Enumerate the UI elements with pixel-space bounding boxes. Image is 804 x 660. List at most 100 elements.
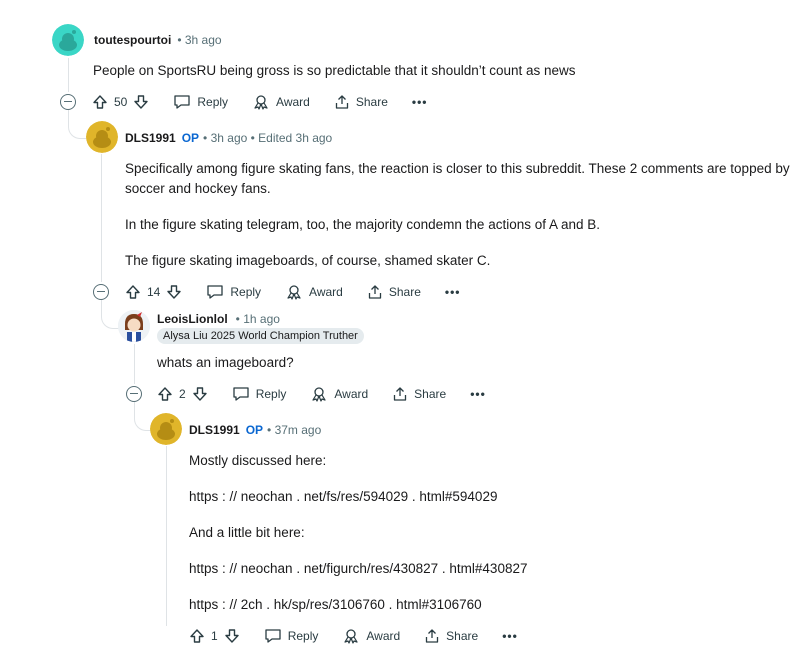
vote-score: 14 <box>147 285 161 299</box>
speech-bubble-icon <box>265 629 281 643</box>
avatar[interactable] <box>52 24 84 56</box>
share-upload-icon <box>368 285 381 299</box>
award-ribbon-icon <box>312 387 326 402</box>
share-label: Share <box>355 95 388 109</box>
award-button[interactable]: Award <box>252 94 310 110</box>
timestamp: • 3h ago • Edited 3h ago <box>203 131 333 145</box>
downvote-arrow-icon[interactable] <box>192 386 208 402</box>
timestamp: • 1h ago <box>235 312 280 326</box>
upvote-arrow-icon[interactable] <box>92 94 108 110</box>
share-label: Share <box>388 285 421 299</box>
reply-label: Reply <box>230 285 262 299</box>
vote-group: 50 <box>92 94 149 110</box>
upvote-arrow-icon[interactable] <box>157 386 173 402</box>
award-button[interactable]: Award <box>342 628 400 644</box>
comment-header: DLS1991 OP • 37m ago <box>189 423 321 437</box>
vote-group: 1 <box>189 628 240 644</box>
comment-paragraph: https : // neochan . net/figurch/res/430… <box>189 561 528 576</box>
more-options-button[interactable]: ••• <box>502 629 518 643</box>
award-ribbon-icon <box>254 95 268 110</box>
collapse-button[interactable] <box>60 94 76 110</box>
avatar[interactable] <box>118 310 150 342</box>
author-name[interactable]: DLS1991 <box>125 131 176 145</box>
reply-label: Reply <box>197 95 229 109</box>
speech-bubble-icon <box>233 387 249 401</box>
comment-header: LeoisLionlol • 1h ago <box>157 312 280 326</box>
comment-actions: 50 Reply Award Share ••• <box>92 90 427 114</box>
comment-body: Specifically among figure skating fans, … <box>125 159 797 271</box>
author-name[interactable]: toutespourtoi <box>94 33 171 47</box>
comment-paragraph: The figure skating imageboards, of cours… <box>125 253 491 268</box>
snoo-avatar-icon <box>150 413 182 445</box>
share-button[interactable]: Share <box>334 94 388 110</box>
award-ribbon-icon <box>287 285 301 300</box>
downvote-arrow-icon[interactable] <box>133 94 149 110</box>
reply-button[interactable]: Reply <box>206 284 261 300</box>
comment-paragraph: whats an imageboard? <box>157 355 294 370</box>
collapse-button[interactable] <box>126 386 142 402</box>
vote-group: 2 <box>157 386 208 402</box>
award-label: Award <box>309 285 343 299</box>
comment-actions: 14 Reply Award Share ••• <box>125 280 460 304</box>
comment-paragraph: https : // 2ch . hk/sp/res/3106760 . htm… <box>189 597 482 612</box>
more-options-button[interactable]: ••• <box>470 387 486 401</box>
share-upload-icon <box>335 95 348 109</box>
avatar[interactable] <box>150 413 182 445</box>
reply-button[interactable]: Reply <box>232 386 287 402</box>
op-badge: OP <box>245 423 264 437</box>
award-button[interactable]: Award <box>285 284 343 300</box>
speech-bubble-icon <box>174 95 191 109</box>
op-badge: OP <box>181 131 200 145</box>
reply-label: Reply <box>255 387 287 401</box>
award-label: Award <box>366 629 401 643</box>
award-label: Award <box>334 387 369 401</box>
more-options-button[interactable]: ••• <box>445 285 461 299</box>
comment-body: whats an imageboard? <box>157 353 777 373</box>
comment-header: DLS1991 OP • 3h ago • Edited 3h ago <box>125 131 332 145</box>
timestamp: • 37m ago <box>267 423 322 437</box>
comment-paragraph: People on SportsRU being gross is so pre… <box>93 63 576 78</box>
upvote-arrow-icon[interactable] <box>189 628 205 644</box>
reply-button[interactable]: Reply <box>264 628 319 644</box>
award-button[interactable]: Award <box>310 386 368 402</box>
comment-actions: 1 Reply Award Share ••• <box>189 624 518 648</box>
comment-paragraph: And a little bit here: <box>189 525 305 540</box>
custom-avatar-icon <box>118 310 150 342</box>
timestamp: • 3h ago <box>177 33 222 47</box>
reply-label: Reply <box>287 629 319 643</box>
snoo-avatar-icon <box>86 121 118 153</box>
comment-paragraph: In the figure skating telegram, too, the… <box>125 217 601 232</box>
share-label: Share <box>414 387 447 401</box>
comment-actions: 2 Reply Award Share ••• <box>157 382 486 406</box>
speech-bubble-icon <box>207 285 224 299</box>
vote-score: 50 <box>114 95 128 109</box>
share-upload-icon <box>426 629 439 643</box>
share-label: Share <box>446 629 479 643</box>
downvote-arrow-icon[interactable] <box>224 628 240 644</box>
share-upload-icon <box>394 387 407 401</box>
award-ribbon-icon <box>344 629 358 644</box>
share-button[interactable]: Share <box>367 284 421 300</box>
comment-paragraph: Mostly discussed here: <box>189 453 327 468</box>
award-label: Award <box>276 95 310 109</box>
collapse-button[interactable] <box>93 284 109 300</box>
comment-body: Mostly discussed here: https : // neocha… <box>189 451 789 615</box>
vote-score: 2 <box>179 387 186 401</box>
author-name[interactable]: LeoisLionlol <box>157 312 228 326</box>
reply-button[interactable]: Reply <box>173 94 228 110</box>
downvote-arrow-icon[interactable] <box>166 284 182 300</box>
comment-paragraph: https : // neochan . net/fs/res/594029 .… <box>189 489 498 504</box>
comment-paragraph: Specifically among figure skating fans, … <box>125 161 790 196</box>
more-options-button[interactable]: ••• <box>412 95 428 109</box>
upvote-arrow-icon[interactable] <box>125 284 141 300</box>
user-flair: Alysa Liu 2025 World Champion Truther <box>157 328 364 344</box>
share-button[interactable]: Share <box>392 386 446 402</box>
snoo-avatar-icon <box>52 24 84 56</box>
share-button[interactable]: Share <box>424 628 478 644</box>
vote-score: 1 <box>211 629 218 643</box>
comment-header: toutespourtoi • 3h ago <box>94 33 222 47</box>
avatar[interactable] <box>86 121 118 153</box>
author-name[interactable]: DLS1991 <box>189 423 240 437</box>
comment-body: People on SportsRU being gross is so pre… <box>93 61 793 81</box>
vote-group: 14 <box>125 284 182 300</box>
